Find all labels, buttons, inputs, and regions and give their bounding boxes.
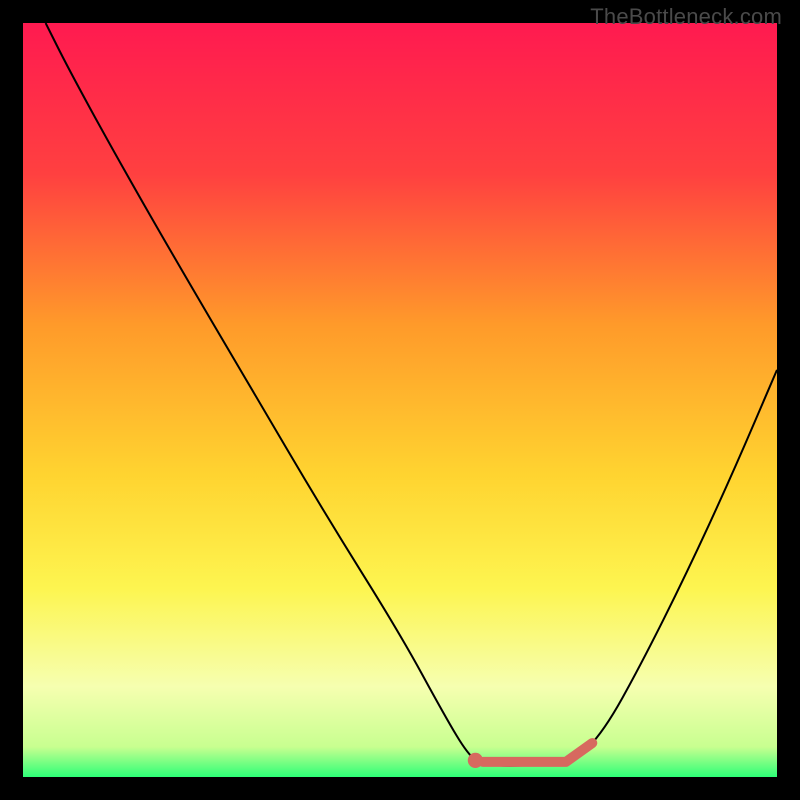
chart-plot-area [23,23,777,777]
chart-marker-dot [468,753,483,768]
chart-background [23,23,777,777]
chart-svg [23,23,777,777]
watermark-label: TheBottleneck.com [590,4,782,30]
